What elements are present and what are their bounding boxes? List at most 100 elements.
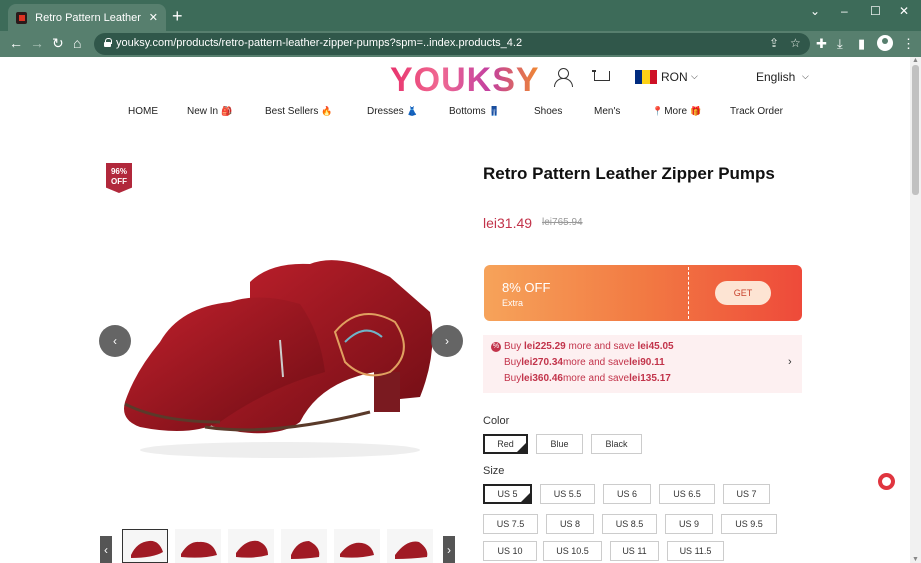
nav-home[interactable]: HOME bbox=[128, 106, 158, 117]
profile-avatar-icon[interactable] bbox=[877, 35, 893, 51]
reload-icon[interactable]: ↻ bbox=[52, 35, 64, 51]
color-option-blue[interactable]: Blue bbox=[536, 434, 583, 454]
chevron-down-icon[interactable]: ⌵ bbox=[691, 71, 698, 82]
currency-selector[interactable]: RON bbox=[661, 70, 688, 84]
badge-percent: 96% bbox=[110, 167, 127, 176]
size-option[interactable]: US 6 bbox=[603, 484, 651, 504]
new-tab-icon[interactable]: + bbox=[172, 7, 183, 25]
get-coupon-button[interactable]: GET bbox=[715, 281, 771, 305]
thumb-prev-button[interactable]: ‹ bbox=[100, 536, 112, 563]
home-icon[interactable]: ⌂ bbox=[73, 35, 81, 51]
share-icon[interactable]: ⇪ bbox=[769, 36, 779, 50]
thumbnail[interactable] bbox=[387, 529, 433, 563]
next-image-button[interactable]: › bbox=[431, 325, 463, 357]
size-option[interactable]: US 10 bbox=[483, 541, 537, 561]
promo-line-2: Buylei270.34more and savelei90.11 bbox=[504, 357, 665, 368]
color-option-red[interactable]: Red bbox=[483, 434, 528, 454]
thumbnail[interactable] bbox=[228, 529, 274, 563]
site-logo[interactable]: YOUKSY bbox=[390, 61, 540, 100]
nav-mens[interactable]: Men's bbox=[594, 106, 620, 117]
nav-dresses[interactable]: Dresses 👗 bbox=[367, 106, 418, 117]
address-bar[interactable]: youksy.com/products/retro-pattern-leathe… bbox=[94, 33, 810, 55]
language-selector[interactable]: English bbox=[756, 70, 795, 84]
account-icon[interactable] bbox=[554, 68, 573, 87]
nav-more[interactable]: 📍More 🎁 bbox=[652, 106, 701, 117]
tab-title: Retro Pattern Leather Zipper Pumps bbox=[35, 11, 143, 24]
nav-track-order[interactable]: Track Order bbox=[730, 106, 783, 117]
size-option[interactable]: US 7 bbox=[723, 484, 770, 504]
tab-search-icon[interactable]: ⌄ bbox=[810, 4, 820, 18]
size-label: Size bbox=[483, 465, 505, 477]
side-panel-icon[interactable]: ▮ bbox=[858, 36, 865, 52]
gift-icon: 🎁 bbox=[690, 106, 702, 116]
maximize-icon[interactable]: ☐ bbox=[870, 4, 881, 18]
scrollbar-thumb[interactable] bbox=[912, 65, 919, 195]
size-option[interactable]: US 11.5 bbox=[667, 541, 724, 561]
tab-close-icon[interactable]: ✕ bbox=[149, 11, 158, 24]
product-title: Retro Pattern Leather Zipper Pumps bbox=[483, 164, 775, 183]
thumbnail[interactable] bbox=[175, 529, 221, 563]
browser-tabbar: Retro Pattern Leather Zipper Pumps ✕ + ⌄… bbox=[0, 0, 921, 31]
web-page: YOUKSY RON ⌵ English ⌵ HOME New In 🎒 Best… bbox=[0, 57, 910, 563]
minimize-icon[interactable]: – bbox=[841, 4, 848, 18]
romania-flag-icon[interactable] bbox=[635, 70, 657, 84]
pin-icon: 📍 bbox=[652, 106, 664, 116]
size-option[interactable]: US 10.5 bbox=[543, 541, 602, 561]
size-option[interactable]: US 6.5 bbox=[659, 484, 715, 504]
extensions-icon[interactable]: ✚ bbox=[816, 36, 827, 52]
download-icon[interactable]: ⤓ bbox=[837, 36, 843, 52]
bundle-promo[interactable]: % Buy lei225.29 more and save lei45.05 B… bbox=[483, 335, 802, 393]
chat-support-icon[interactable] bbox=[878, 473, 895, 490]
size-option[interactable]: US 8 bbox=[546, 514, 594, 534]
thumb-next-button[interactable]: › bbox=[443, 536, 455, 563]
backpack-icon: 🎒 bbox=[221, 106, 233, 116]
nav-best-sellers[interactable]: Best Sellers 🔥 bbox=[265, 106, 333, 117]
coupon-banner: 8% OFF Extra GET bbox=[484, 265, 802, 321]
back-icon[interactable]: ← bbox=[9, 35, 23, 51]
size-option[interactable]: US 8.5 bbox=[602, 514, 657, 534]
scroll-down-icon[interactable]: ▼ bbox=[912, 556, 919, 563]
site-favicon-icon bbox=[16, 11, 28, 24]
chevron-right-icon: › bbox=[788, 356, 792, 368]
coupon-divider bbox=[688, 267, 689, 319]
close-window-icon[interactable]: ✕ bbox=[899, 4, 909, 18]
page-scrollbar[interactable]: ▲ ▼ bbox=[910, 57, 921, 563]
thumbnail[interactable] bbox=[122, 529, 168, 563]
browser-tab[interactable]: Retro Pattern Leather Zipper Pumps ✕ bbox=[8, 4, 166, 31]
main-nav: HOME New In 🎒 Best Sellers 🔥 Dresses 👗 Bott… bbox=[0, 106, 910, 122]
size-option[interactable]: US 7.5 bbox=[483, 514, 538, 534]
chevron-down-icon[interactable]: ⌵ bbox=[802, 71, 809, 82]
thumbnail[interactable] bbox=[281, 529, 327, 563]
bookmark-star-icon[interactable]: ☆ bbox=[790, 36, 801, 50]
prev-image-button[interactable]: ‹ bbox=[99, 325, 131, 357]
lock-icon[interactable] bbox=[104, 38, 112, 47]
discount-tag-icon: % bbox=[491, 342, 501, 352]
size-option[interactable]: US 9.5 bbox=[721, 514, 777, 534]
product-image bbox=[124, 260, 433, 458]
discount-badge: 96% OFF bbox=[106, 163, 132, 193]
address-bar-row: ← → ↻ ⌂ youksy.com/products/retro-patter… bbox=[0, 31, 921, 57]
badge-off: OFF bbox=[111, 177, 127, 186]
color-option-black[interactable]: Black bbox=[591, 434, 642, 454]
cart-icon[interactable] bbox=[592, 69, 610, 85]
logo-text: YOUKSY bbox=[390, 61, 540, 99]
size-option[interactable]: US 9 bbox=[665, 514, 713, 534]
coupon-subtitle: Extra bbox=[502, 298, 524, 308]
promo-line-1: Buy lei225.29 more and save lei45.05 bbox=[504, 341, 674, 352]
url-text: youksy.com/products/retro-pattern-leathe… bbox=[116, 37, 523, 49]
nav-new-in[interactable]: New In 🎒 bbox=[187, 106, 232, 117]
fire-icon: 🔥 bbox=[321, 106, 333, 116]
color-label: Color bbox=[483, 415, 510, 427]
thumbnail[interactable] bbox=[334, 529, 380, 563]
browser-menu-icon[interactable]: ⋮ bbox=[902, 36, 915, 52]
scroll-up-icon[interactable]: ▲ bbox=[912, 57, 919, 64]
original-price: lei765.94 bbox=[542, 217, 583, 228]
size-option[interactable]: US 5 bbox=[483, 484, 532, 504]
promo-line-3: Buylei360.46more and savelei135.17 bbox=[504, 373, 671, 384]
nav-shoes[interactable]: Shoes bbox=[534, 106, 562, 117]
nav-bottoms[interactable]: Bottoms 👖 bbox=[449, 106, 500, 117]
sale-price: lei31.49 bbox=[483, 215, 533, 231]
size-option[interactable]: US 5.5 bbox=[540, 484, 595, 504]
forward-icon[interactable]: → bbox=[30, 35, 44, 51]
size-option[interactable]: US 11 bbox=[610, 541, 659, 561]
